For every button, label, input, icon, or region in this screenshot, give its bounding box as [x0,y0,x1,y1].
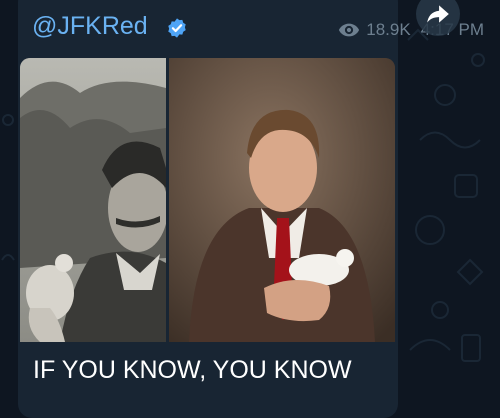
photo-right[interactable] [169,58,395,342]
photo-left[interactable] [20,58,166,342]
verified-badge-icon [166,17,188,39]
message-meta: 18.9K 4:17 PM [338,20,484,40]
message-header: @JFKRed 18.9K 4:17 PM [18,10,484,44]
eye-icon [339,23,360,37]
view-count: 18.9K [366,20,411,39]
message-caption: IF YOU KNOW, YOU KNOW [33,356,352,384]
channel-name[interactable]: @JFKRed [32,10,148,42]
share-arrow-icon [427,5,449,23]
